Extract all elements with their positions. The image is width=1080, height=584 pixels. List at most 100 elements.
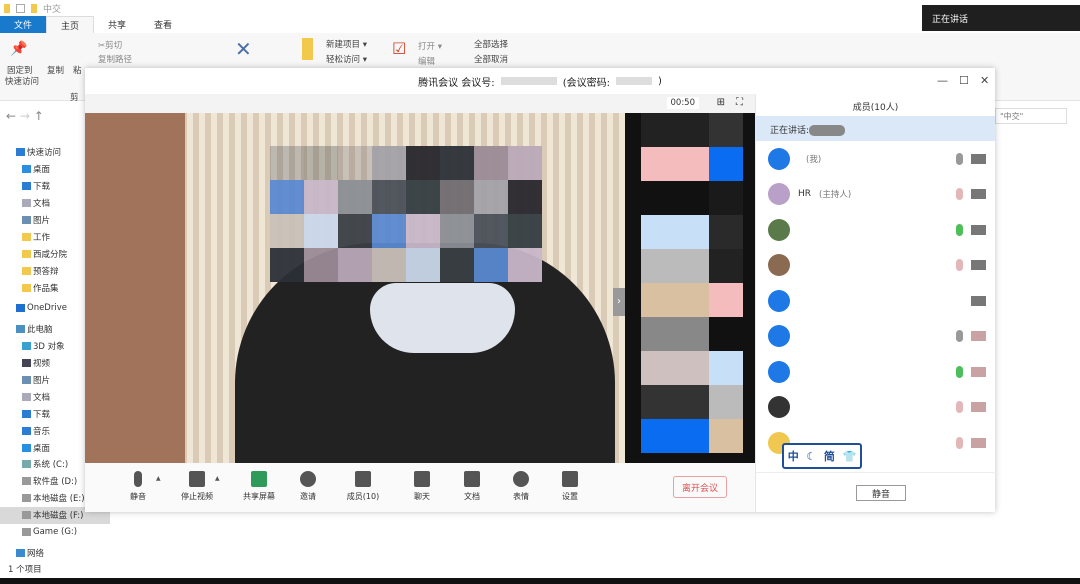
copy-path-button[interactable]: 复制路径 [98, 53, 132, 65]
up-icon[interactable]: ↑ [34, 109, 44, 123]
control-emoji[interactable]: 表情 [496, 471, 546, 502]
member-row[interactable] [756, 354, 995, 390]
microphone-icon[interactable] [956, 152, 963, 165]
close-icon[interactable]: ✕ [980, 74, 989, 87]
pixelated-region [338, 248, 372, 282]
control-invite[interactable]: 邀请 [283, 471, 333, 502]
pixelated-region [675, 385, 709, 419]
new-item-button[interactable]: 新建项目 ▾ [326, 38, 367, 50]
pixelated-region [508, 214, 542, 248]
member-row[interactable] [756, 319, 995, 355]
video-topbar: 00:50 ⊞ ⛶ [85, 94, 755, 113]
pixelated-region [641, 317, 675, 351]
pixelated-region [406, 214, 440, 248]
camera-icon[interactable] [971, 189, 986, 200]
tab-home[interactable]: 主页 [46, 16, 95, 33]
leave-meeting-button[interactable]: 离开会议 [673, 476, 727, 498]
camera-icon[interactable] [971, 260, 986, 271]
speaking-label: 正在讲话: [770, 126, 810, 136]
camera-icon[interactable] [971, 295, 986, 306]
tab-view[interactable]: 查看 [140, 16, 186, 33]
nav-item-label: 文档 [33, 392, 51, 403]
ime-simplified[interactable]: 简 [824, 448, 835, 464]
microphone-icon[interactable] [956, 330, 963, 343]
new-folder-icon[interactable] [31, 3, 37, 13]
expand-strip-arrow[interactable]: › [613, 288, 625, 316]
nav-item-icon [22, 528, 31, 537]
members-footer: 静音 [756, 472, 996, 512]
control-chat[interactable]: 聊天 [397, 471, 447, 502]
control-share-screen[interactable]: 共享屏幕 [234, 471, 284, 502]
member-row[interactable] [756, 390, 995, 426]
nav-item-icon [22, 511, 31, 520]
camera-icon[interactable] [971, 224, 986, 235]
member-row[interactable] [756, 248, 995, 284]
tab-file[interactable]: 文件 [0, 16, 47, 33]
nav-item-icon [22, 494, 31, 503]
avatar [768, 289, 790, 312]
avatar [768, 360, 790, 383]
pixelated-region [709, 419, 743, 453]
forward-icon[interactable]: → [20, 109, 30, 123]
members-title: 成员(10人) [852, 103, 899, 113]
microphone-icon[interactable] [956, 223, 963, 236]
camera-icon[interactable] [971, 153, 986, 164]
properties-icon[interactable]: ☑ [392, 39, 406, 58]
paste-button[interactable]: 粘 [73, 64, 82, 76]
back-icon[interactable]: ← [6, 109, 16, 123]
nav-item-icon [16, 325, 25, 334]
mic-muted-icon[interactable] [956, 401, 963, 414]
microphone-icon[interactable] [956, 365, 963, 378]
ime-toolbar[interactable]: 中 ☾ 简 👕 [782, 443, 862, 469]
pixelated-region [675, 283, 709, 317]
camera-off-icon[interactable] [971, 331, 986, 342]
member-role: (我) [806, 154, 822, 165]
member-row[interactable]: HR (主持人) [756, 177, 995, 213]
camera-off-icon[interactable] [971, 366, 986, 377]
ime-chinese-mode[interactable]: 中 [788, 448, 799, 464]
pixelated-region [641, 419, 675, 453]
select-none-button[interactable]: 全部取消 [474, 53, 508, 65]
copy-button[interactable]: 复制 [47, 64, 64, 76]
nav-item-label: 图片 [33, 216, 51, 226]
properties-icon[interactable] [16, 3, 25, 13]
member-row[interactable] [756, 283, 995, 319]
options-arrow-icon[interactable]: ▲ [156, 475, 161, 482]
layout-icon[interactable]: ⊞ [717, 97, 725, 108]
member-row[interactable]: (我) [756, 141, 995, 177]
control-settings[interactable]: 设置 [545, 471, 595, 502]
nav-item-label: 软件盘 (D:) [33, 477, 78, 488]
nav-item[interactable]: Game (G:) [0, 524, 110, 541]
minimize-icon[interactable]: — [937, 74, 948, 87]
mic-muted-icon[interactable] [956, 188, 963, 201]
control-members[interactable]: 成员(10) [338, 471, 388, 502]
mic-muted-icon[interactable] [956, 259, 963, 272]
pixelated-region [338, 214, 372, 248]
camera-off-icon[interactable] [971, 437, 986, 448]
new-folder-icon[interactable] [302, 38, 313, 60]
delete-icon[interactable]: ✕ [235, 37, 252, 61]
pixelated-region [709, 317, 743, 351]
cut-button[interactable]: ✂剪切 [98, 39, 122, 51]
camera-off-icon[interactable] [971, 402, 986, 413]
mute-all-button[interactable]: 静音 [856, 485, 906, 501]
skin-icon[interactable]: 👕 [842, 450, 856, 463]
fullscreen-icon[interactable]: ⛶ [736, 97, 743, 108]
pixelated-region [474, 248, 508, 282]
nav-item[interactable]: 网络 [0, 544, 110, 561]
maximize-icon[interactable]: ☐ [959, 74, 969, 87]
nav-item-label: Game (G:) [33, 527, 78, 538]
open-button[interactable]: 打开 ▾ [418, 40, 442, 52]
select-all-button[interactable]: 全部选择 [474, 38, 508, 50]
nav-item-icon [22, 342, 31, 351]
moon-icon[interactable]: ☾ [806, 450, 816, 463]
easy-access-button[interactable]: 轻松访问 ▾ [326, 53, 367, 65]
tab-share[interactable]: 共享 [94, 16, 140, 33]
control-document[interactable]: 文档 [447, 471, 497, 502]
mic-muted-icon[interactable] [956, 436, 963, 449]
options-arrow-icon[interactable]: ▲ [215, 475, 220, 482]
edit-button[interactable]: 编辑 [418, 55, 435, 67]
member-row[interactable] [756, 212, 995, 248]
search-input[interactable]: "中交" [995, 108, 1067, 124]
pixelated-region [709, 249, 743, 283]
